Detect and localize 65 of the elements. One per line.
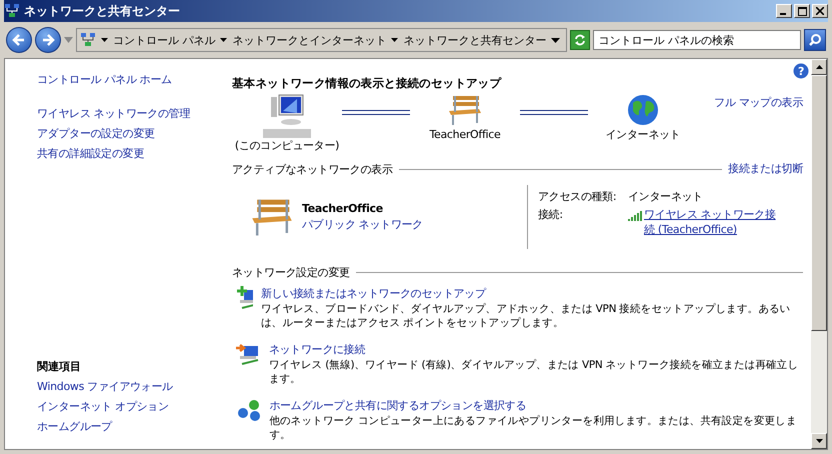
back-button[interactable] — [6, 27, 32, 53]
close-icon — [816, 7, 824, 15]
related-link[interactable]: Windows ファイアウォール — [37, 377, 173, 397]
connection-link[interactable]: ワイヤレス ネットワーク接続 (TeacherOffice) — [644, 207, 784, 237]
network-icon — [4, 3, 20, 19]
related-heading: 関連項目 — [37, 359, 82, 375]
down-arrow-icon — [816, 439, 822, 443]
forward-button[interactable] — [34, 27, 61, 53]
connect-disconnect-link[interactable]: 接続または切断 — [728, 159, 803, 179]
sidebar-link[interactable]: アダプターの設定の変更 — [37, 124, 155, 144]
dropdown-arrow-icon[interactable] — [551, 38, 560, 42]
close-button[interactable] — [812, 4, 828, 18]
left-arrow-icon — [12, 33, 26, 47]
map-node-label: インターネット — [606, 127, 680, 143]
search-button[interactable] — [804, 29, 826, 51]
task-link[interactable]: ネットワークに接続 — [268, 342, 366, 358]
task-description: 他のネットワーク コンピューター上にあるファイルやプリンターを利用します。または、共有設定を変更します。 — [269, 414, 798, 442]
search-icon — [808, 33, 822, 47]
task-description: ワイヤレス、ブロードバンド、ダイヤルアップ、アドホック、または VPN 接続をセットアップします。あるいは、ルーターまたはアクセス ポイントをセットアップします。 — [260, 302, 792, 330]
right-arrow-icon — [40, 33, 55, 47]
sidebar-link[interactable]: 共有の詳細設定の変更 — [37, 144, 144, 164]
search-field[interactable]: コントロール パネルの検索 — [593, 30, 802, 50]
network-icon — [80, 32, 96, 48]
caret-icon[interactable] — [220, 38, 228, 42]
globe-icon — [625, 93, 661, 127]
connect-network-icon — [236, 342, 261, 366]
address-bar[interactable]: コントロール パネル ネットワークとインターネット ネットワークと共有センター — [76, 28, 568, 52]
task-link[interactable]: ホームグループと共有に関するオプションを選択する — [269, 398, 526, 414]
section-title: アクティブなネットワークの表示 — [232, 162, 393, 176]
related-link[interactable]: インターネット オプション — [37, 397, 169, 417]
task-link[interactable]: 新しい接続またはネットワークのセットアップ — [260, 286, 486, 302]
minimize-button[interactable] — [776, 4, 792, 18]
refresh-icon — [573, 33, 588, 47]
caret-icon[interactable] — [391, 38, 398, 42]
bench-icon — [447, 93, 483, 127]
computer-icon — [269, 93, 305, 127]
up-arrow-icon — [816, 65, 822, 69]
window-title: ネットワークと共有センター — [24, 2, 181, 20]
new-connection-icon — [236, 286, 253, 310]
full-map-link[interactable]: フル マップの表示 — [714, 93, 803, 113]
map-node-label: TeacherOffice — [429, 127, 501, 143]
map-node-label: (このコンピューター) — [234, 138, 340, 154]
network-name: TeacherOffice — [302, 201, 384, 217]
maximize-button[interactable] — [794, 4, 810, 18]
related-link[interactable]: ホームグループ — [37, 417, 112, 437]
signal-icon — [628, 211, 642, 221]
property-value: インターネット — [628, 189, 704, 205]
scrollbar[interactable] — [811, 59, 827, 449]
refresh-button[interactable] — [570, 30, 590, 50]
section-title: ネットワーク設定の変更 — [232, 265, 350, 280]
homegroup-icon — [236, 398, 262, 422]
sidebar-link[interactable]: コントロール パネル ホーム — [37, 70, 172, 90]
redacted-text-block — [263, 129, 311, 138]
maximize-icon — [798, 6, 806, 16]
page-heading: 基本ネットワーク情報の表示と接続のセットアップ — [232, 76, 502, 91]
breadcrumb-item[interactable]: ネットワークと共有センター — [403, 32, 546, 48]
caret-icon[interactable] — [100, 38, 108, 42]
network-type-link[interactable]: パブリック ネットワーク — [302, 217, 423, 233]
task-description: ワイヤレス (無線)、ワイヤード (有線)、ダイヤルアップ、または VPN ネットワーク接続を確立または再確立します。 — [268, 358, 800, 386]
property-label: 接続: — [538, 207, 564, 223]
breadcrumb-item[interactable]: ネットワークとインターネット — [232, 32, 386, 48]
sidebar-link[interactable]: ワイヤレス ネットワークの管理 — [37, 104, 190, 124]
help-icon[interactable]: ? — [793, 63, 809, 79]
breadcrumb-item[interactable]: コントロール パネル — [112, 32, 216, 48]
property-label: アクセスの種類: — [538, 189, 618, 205]
